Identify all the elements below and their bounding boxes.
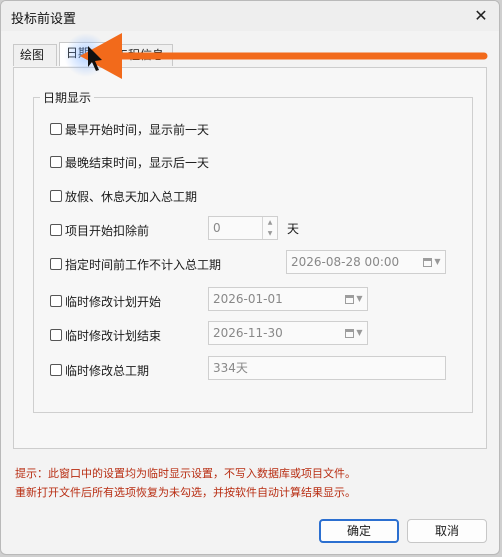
plan-end-date-value: 2026-11-30 bbox=[213, 326, 283, 340]
exclude-before-date-value: 2026-08-28 00:00 bbox=[291, 255, 400, 269]
exclude-before-date-picker[interactable]: 2026-08-28 00:00 ▼ bbox=[286, 250, 446, 274]
window-title: 投标前设置 bbox=[11, 12, 77, 27]
calendar-icon bbox=[423, 257, 433, 267]
plan-end-date-picker[interactable]: 2026-11-30 ▼ bbox=[208, 321, 368, 345]
chevron-down-icon: ▼ bbox=[356, 328, 363, 337]
checkbox[interactable] bbox=[50, 156, 62, 168]
ok-button[interactable]: 确定 bbox=[319, 519, 399, 543]
tab-date[interactable]: 日期 bbox=[59, 42, 115, 66]
option-earliest-start[interactable]: 最早开始时间，显示前一天 bbox=[50, 118, 209, 140]
plan-start-date-value: 2026-01-01 bbox=[213, 292, 283, 306]
tab-drawing[interactable]: 绘图 bbox=[13, 44, 57, 66]
hint-line-2: 重新打开文件后所有选项恢复为未勾选，并按软件自动计算结果显示。 bbox=[15, 486, 356, 499]
option-label: 临时修改总工期 bbox=[65, 363, 150, 378]
option-label: 项目开始扣除前 bbox=[65, 223, 150, 238]
calendar-icon bbox=[345, 328, 355, 338]
title-bar: 投标前设置 ✕ bbox=[1, 1, 499, 31]
option-label: 最晚结束时间，显示后一天 bbox=[65, 155, 210, 170]
checkbox[interactable] bbox=[50, 224, 62, 236]
group-title: 日期显示 bbox=[40, 89, 95, 106]
option-label: 放假、休息天加入总工期 bbox=[65, 189, 198, 204]
calendar-icon bbox=[345, 294, 355, 304]
checkbox[interactable] bbox=[50, 329, 62, 341]
dropdown-button[interactable]: ▼ bbox=[342, 290, 366, 308]
chevron-down-icon: ▼ bbox=[434, 257, 441, 266]
total-duration-field[interactable]: 334天 bbox=[208, 356, 446, 380]
settings-dialog: 投标前设置 ✕ 绘图 日期 工程信息 日期显示 最早开始时间，显示前一天 最晚结… bbox=[0, 0, 500, 555]
close-button[interactable]: ✕ bbox=[469, 5, 493, 27]
option-label: 指定时间前工作不计入总工期 bbox=[65, 257, 222, 272]
option-temp-plan-start[interactable]: 临时修改计划开始 bbox=[50, 290, 161, 312]
cancel-button[interactable]: 取消 bbox=[407, 519, 487, 543]
option-deduct-before-start[interactable]: 项目开始扣除前 bbox=[50, 219, 149, 241]
spin-down-icon[interactable]: ▼ bbox=[263, 228, 277, 239]
option-latest-finish[interactable]: 最晚结束时间，显示后一天 bbox=[50, 151, 209, 173]
tab-project-info[interactable]: 工程信息 bbox=[109, 44, 173, 66]
plan-start-date-picker[interactable]: 2026-01-01 ▼ bbox=[208, 287, 368, 311]
spin-up-icon[interactable]: ▲ bbox=[263, 217, 277, 228]
option-temp-total-duration[interactable]: 临时修改总工期 bbox=[50, 359, 149, 381]
option-temp-plan-end[interactable]: 临时修改计划结束 bbox=[50, 324, 161, 346]
dropdown-button[interactable]: ▼ bbox=[420, 253, 444, 271]
checkbox[interactable] bbox=[50, 295, 62, 307]
tab-panel-date: 日期显示 最早开始时间，显示前一天 最晚结束时间，显示后一天 放假、休息天加入总… bbox=[13, 67, 487, 449]
days-unit: 天 bbox=[287, 222, 300, 236]
deduct-days-spinbox[interactable]: 0 ▲ ▼ bbox=[208, 216, 278, 240]
checkbox[interactable] bbox=[50, 364, 62, 376]
deduct-days-value: 0 bbox=[213, 221, 221, 235]
dropdown-button[interactable]: ▼ bbox=[342, 324, 366, 342]
checkbox[interactable] bbox=[50, 123, 62, 135]
date-display-group: 日期显示 最早开始时间，显示前一天 最晚结束时间，显示后一天 放假、休息天加入总… bbox=[33, 89, 473, 413]
hint-line-1: 提示：此窗口中的设置均为临时显示设置，不写入数据库或项目文件。 bbox=[15, 467, 356, 480]
option-label: 临时修改计划开始 bbox=[65, 294, 162, 309]
option-label: 最早开始时间，显示前一天 bbox=[65, 122, 210, 137]
option-exclude-before-date[interactable]: 指定时间前工作不计入总工期 bbox=[50, 253, 221, 275]
spinner: ▲ ▼ bbox=[262, 217, 277, 239]
checkbox[interactable] bbox=[50, 190, 62, 202]
option-label: 临时修改计划结束 bbox=[65, 328, 162, 343]
total-duration-value: 334天 bbox=[213, 361, 248, 375]
chevron-down-icon: ▼ bbox=[356, 294, 363, 303]
option-holidays-in-duration[interactable]: 放假、休息天加入总工期 bbox=[50, 185, 197, 207]
checkbox[interactable] bbox=[50, 258, 62, 270]
